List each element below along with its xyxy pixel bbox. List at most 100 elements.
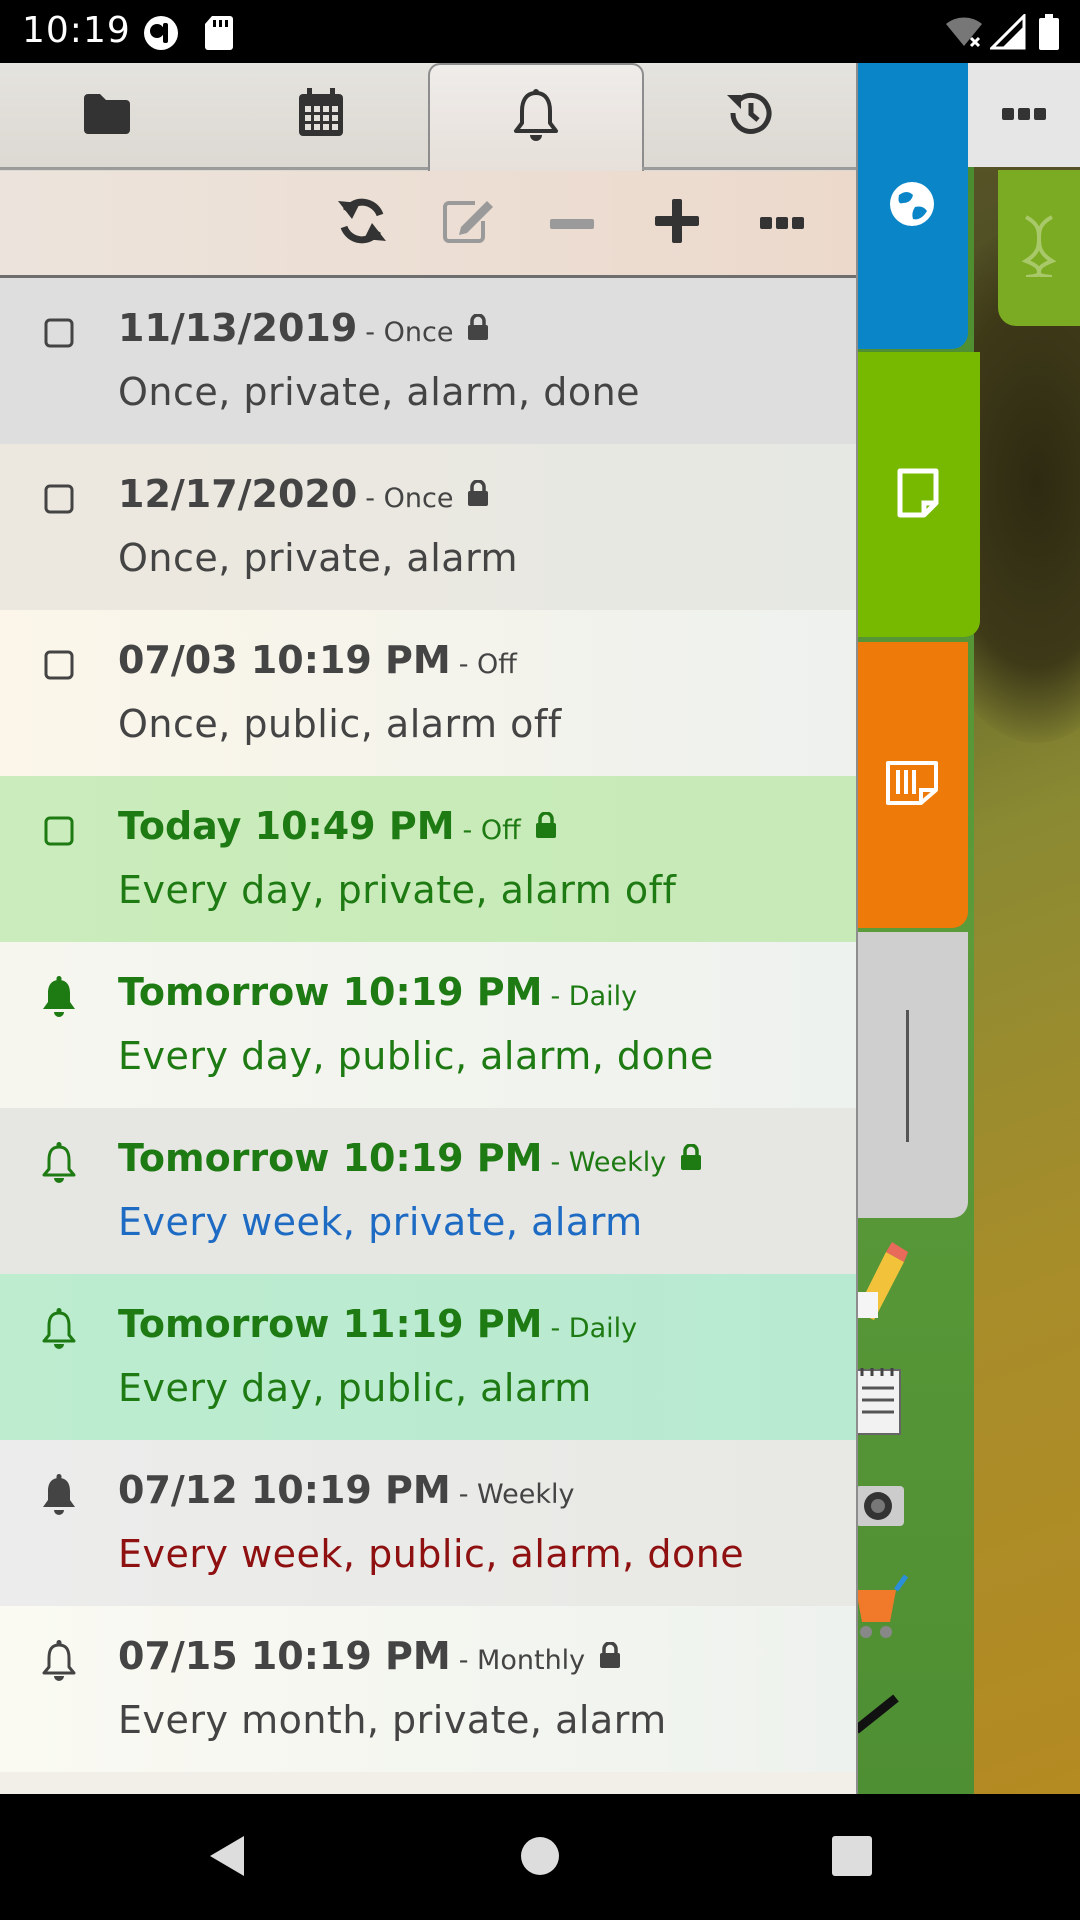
refresh-button[interactable]	[330, 191, 394, 255]
home-button[interactable]	[520, 1836, 560, 1880]
item-description: Once, private, alarm	[118, 536, 519, 580]
status-bar: 10:19	[0, 0, 1080, 63]
item-date: 11/13/2019	[118, 306, 358, 350]
list-item[interactable]: 07/03 10:19 PM - Off Once, public, alarm o…	[0, 610, 856, 776]
refresh-icon	[336, 195, 388, 251]
list-item[interactable]: 07/15 10:19 PM - Monthly Every month, priv…	[0, 1606, 856, 1772]
item-description: Once, private, alarm, done	[118, 370, 641, 414]
list-item[interactable]: Tomorrow 11:19 PM - Daily Every day, publi…	[0, 1274, 856, 1440]
add-button[interactable]	[645, 191, 709, 255]
item-date: 07/03 10:19 PM	[118, 638, 451, 682]
item-frequency: - Daily	[550, 981, 638, 1012]
item-frequency: - Weekly	[458, 1479, 575, 1510]
item-title-line: 11/13/2019- Once	[118, 306, 489, 353]
item-frequency: - Off	[462, 815, 521, 846]
pen-app-icon[interactable]	[856, 1670, 908, 1750]
bell-filled-icon	[40, 976, 78, 1017]
app-notification-icon	[142, 14, 180, 56]
bell-filled-icon	[40, 1474, 78, 1515]
item-description: Every month, private, alarm	[118, 1698, 667, 1742]
back-icon	[206, 1836, 246, 1882]
item-title-line: 07/12 10:19 PM - Weekly	[118, 1468, 575, 1512]
lock-icon	[467, 471, 489, 515]
item-title-line: 12/17/2020- Once	[118, 472, 489, 519]
item-date: 07/15 10:19 PM	[118, 1634, 451, 1678]
folder-icon	[82, 92, 132, 138]
sd-card-icon	[204, 14, 234, 54]
recents-button[interactable]	[832, 1836, 872, 1880]
tab-alarms[interactable]	[428, 63, 644, 171]
calendar-icon	[297, 88, 345, 142]
item-description: Every day, public, alarm, done	[118, 1034, 714, 1078]
more-menu-button[interactable]	[968, 63, 1080, 167]
item-description: Every day, private, alarm off	[118, 868, 677, 912]
bell-outline-icon	[40, 1308, 78, 1349]
item-description: Every week, public, alarm, done	[118, 1532, 745, 1576]
item-date: 12/17/2020	[118, 472, 358, 516]
item-title-line: Tomorrow 10:19 PM - Weekly	[118, 1136, 702, 1183]
item-description: Every week, private, alarm	[118, 1200, 643, 1244]
item-title-line: Today 10:49 PM - Off	[118, 804, 557, 851]
item-title-line: 07/15 10:19 PM - Monthly	[118, 1634, 621, 1681]
item-date: 07/12 10:19 PM	[118, 1468, 451, 1512]
tab-history[interactable]	[642, 63, 856, 170]
item-frequency: - Off	[458, 649, 517, 680]
edit-button[interactable]	[436, 191, 500, 255]
drag-handle[interactable]	[906, 1010, 909, 1142]
more-icon	[1002, 106, 1046, 125]
side-drawer-handle[interactable]	[856, 932, 968, 1218]
more-options-button[interactable]	[750, 191, 814, 255]
list-item[interactable]: Tomorrow 10:19 PM - Weekly Every week, pri…	[0, 1108, 856, 1274]
side-tab-sticky[interactable]	[856, 642, 968, 928]
checkbox-icon[interactable]	[40, 812, 78, 850]
minus-icon	[550, 214, 594, 233]
shopping-cart-app-icon[interactable]	[856, 1570, 908, 1650]
side-tab-notes[interactable]	[856, 352, 980, 637]
checkbox-icon[interactable]	[40, 314, 78, 352]
battery-icon	[1038, 14, 1060, 54]
list-item[interactable]: 11/13/2019- Once Once, private, alarm, do…	[0, 278, 856, 444]
bell-outline-icon	[40, 1640, 78, 1681]
wifi-off-icon	[944, 14, 984, 54]
lock-icon	[680, 1135, 702, 1179]
notepad-app-icon[interactable]	[856, 1360, 908, 1440]
navigation-bar	[0, 1794, 1080, 1920]
item-frequency: - Monthly	[458, 1645, 586, 1676]
camera-app-icon[interactable]	[856, 1470, 908, 1550]
item-title-line: 07/03 10:19 PM - Off	[118, 638, 517, 682]
remove-button[interactable]	[540, 191, 604, 255]
list-item[interactable]: 12/17/2020- Once Once, private, alarm	[0, 444, 856, 610]
checkbox-icon[interactable]	[40, 480, 78, 518]
list-item[interactable]: Tomorrow 10:19 PM - Daily Every day, publi…	[0, 942, 856, 1108]
bell-icon	[512, 89, 560, 147]
item-date: Today 10:49 PM	[118, 804, 455, 848]
lock-icon	[467, 305, 489, 349]
item-description: Once, public, alarm off	[118, 702, 562, 746]
edit-icon	[441, 197, 495, 249]
plus-icon	[655, 199, 699, 247]
globe-icon	[889, 181, 935, 231]
list-item[interactable]: 07/12 10:19 PM - Weekly Every week, public…	[0, 1440, 856, 1606]
item-frequency: - Once	[365, 483, 454, 514]
item-date: Tomorrow 10:19 PM	[118, 1136, 543, 1180]
tab-calendar[interactable]	[214, 63, 428, 170]
tab-folder[interactable]	[0, 63, 214, 170]
back-button[interactable]	[206, 1834, 246, 1882]
more-icon	[760, 214, 804, 233]
item-frequency: - Once	[365, 317, 454, 348]
pencil-app-icon[interactable]	[856, 1242, 908, 1322]
history-icon	[724, 89, 774, 141]
home-icon	[520, 1837, 560, 1880]
checkbox-icon[interactable]	[40, 646, 78, 684]
lock-icon	[599, 1633, 621, 1677]
side-tab-dna[interactable]	[998, 170, 1080, 326]
signal-icon	[988, 12, 1026, 54]
side-tab-world[interactable]	[856, 63, 968, 349]
sticky-note-icon	[885, 760, 939, 810]
item-date: Tomorrow 11:19 PM	[118, 1302, 543, 1346]
dna-icon	[1021, 215, 1057, 281]
item-frequency: - Weekly	[550, 1147, 667, 1178]
item-description: Every day, public, alarm	[118, 1366, 592, 1410]
list-item[interactable]: Today 10:49 PM - Off Every day, private, a…	[0, 776, 856, 942]
item-title-line: Tomorrow 11:19 PM - Daily	[118, 1302, 637, 1346]
